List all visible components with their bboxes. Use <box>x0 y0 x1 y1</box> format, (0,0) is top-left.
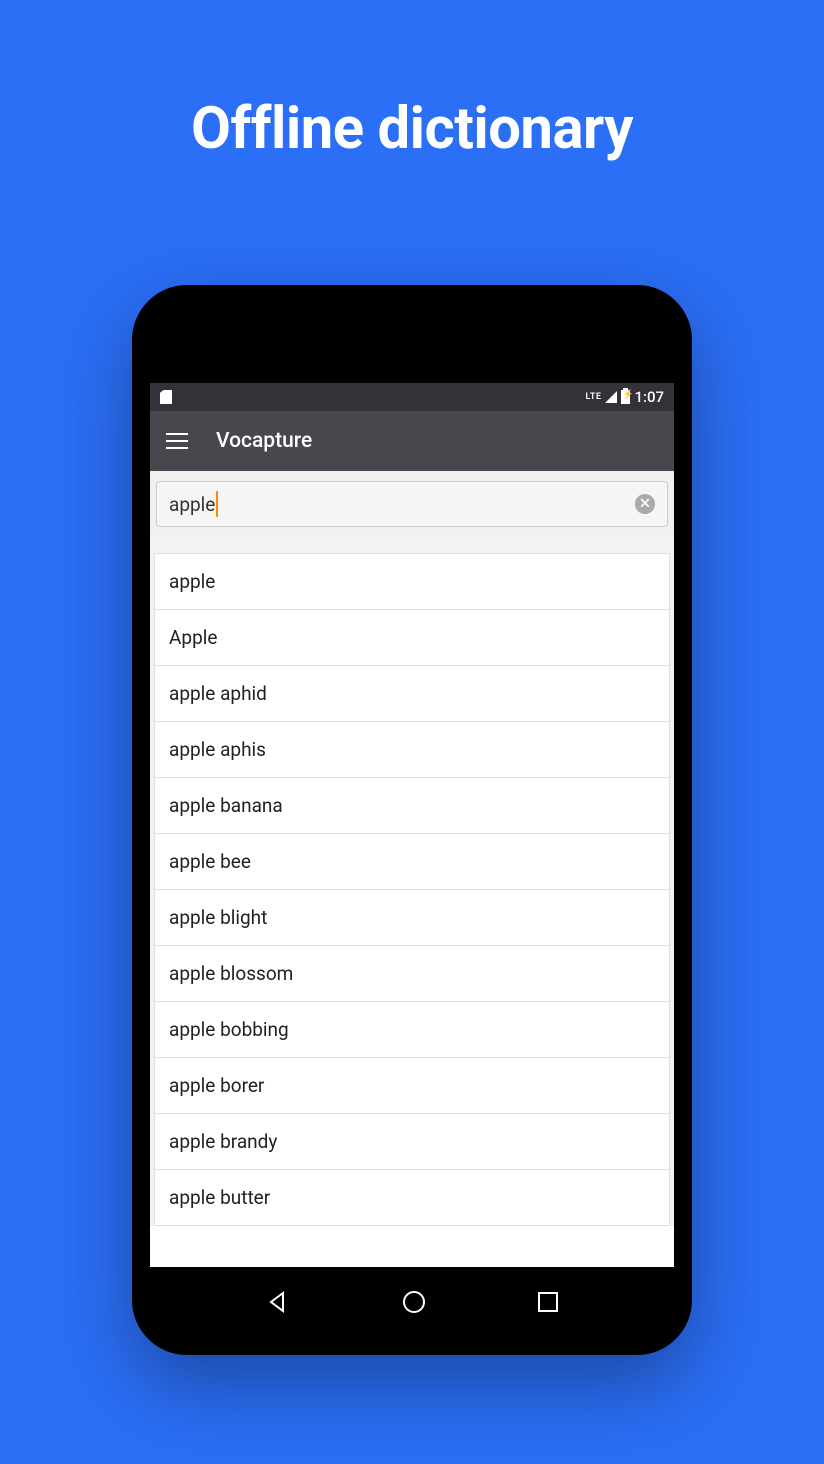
results-list: appleAppleapple aphidapple aphisapple ba… <box>150 537 674 1226</box>
nav-back-button[interactable] <box>266 1290 290 1314</box>
app-bar: Vocapture <box>150 411 674 471</box>
nav-home-button[interactable] <box>403 1291 425 1313</box>
promo-headline: Offline dictionary <box>0 0 824 163</box>
list-item[interactable]: apple brandy <box>154 1114 670 1170</box>
list-item[interactable]: apple bee <box>154 834 670 890</box>
status-bar: LTE 1:07 <box>150 383 674 411</box>
text-caret <box>216 491 218 517</box>
status-left <box>160 390 172 404</box>
phone-frame: LTE 1:07 Vocapture apple ✕ <box>132 285 692 1355</box>
nav-recent-button[interactable] <box>538 1292 558 1312</box>
app-title: Vocapture <box>216 429 312 453</box>
clear-icon[interactable]: ✕ <box>635 494 655 514</box>
menu-icon[interactable] <box>166 433 188 449</box>
list-item[interactable]: apple bobbing <box>154 1002 670 1058</box>
list-item[interactable]: apple aphis <box>154 722 670 778</box>
list-item[interactable]: apple aphid <box>154 666 670 722</box>
lte-icon: LTE <box>586 392 602 402</box>
list-item[interactable]: apple borer <box>154 1058 670 1114</box>
phone-inner: LTE 1:07 Vocapture apple ✕ <box>150 303 674 1337</box>
list-item[interactable]: apple blight <box>154 890 670 946</box>
status-time: 1:07 <box>634 388 664 406</box>
search-input[interactable]: apple <box>169 491 635 517</box>
battery-icon <box>621 390 630 404</box>
screen: LTE 1:07 Vocapture apple ✕ <box>150 383 674 1267</box>
search-container: apple ✕ <box>150 471 674 537</box>
list-item[interactable]: apple butter <box>154 1170 670 1226</box>
nav-bar <box>150 1267 674 1337</box>
list-item[interactable]: apple blossom <box>154 946 670 1002</box>
sd-card-icon <box>160 390 172 404</box>
list-item[interactable]: apple <box>154 553 670 610</box>
signal-icon <box>605 391 617 403</box>
list-item[interactable]: Apple <box>154 610 670 666</box>
status-right: LTE 1:07 <box>586 388 664 406</box>
search-value: apple <box>169 493 215 516</box>
list-item[interactable]: apple banana <box>154 778 670 834</box>
search-box[interactable]: apple ✕ <box>156 481 668 527</box>
